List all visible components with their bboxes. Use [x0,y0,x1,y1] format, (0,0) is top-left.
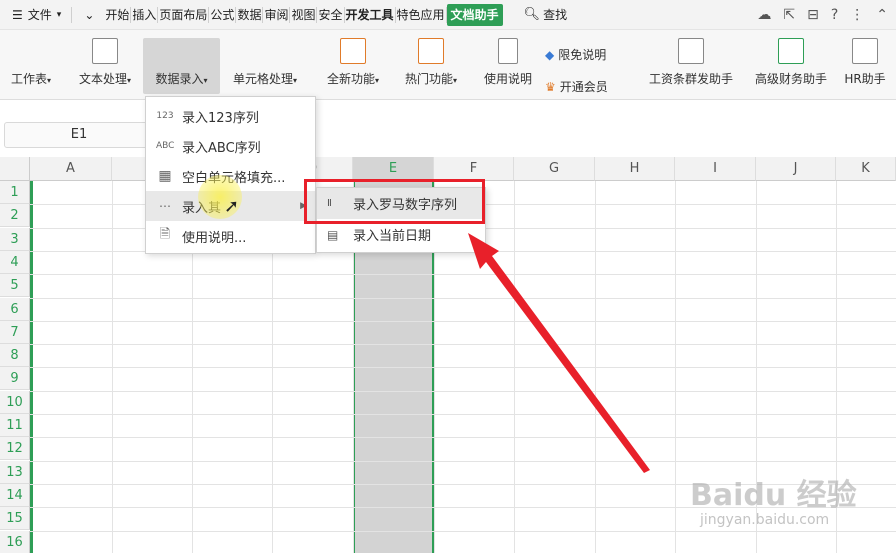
annotation-arrow [468,233,650,473]
